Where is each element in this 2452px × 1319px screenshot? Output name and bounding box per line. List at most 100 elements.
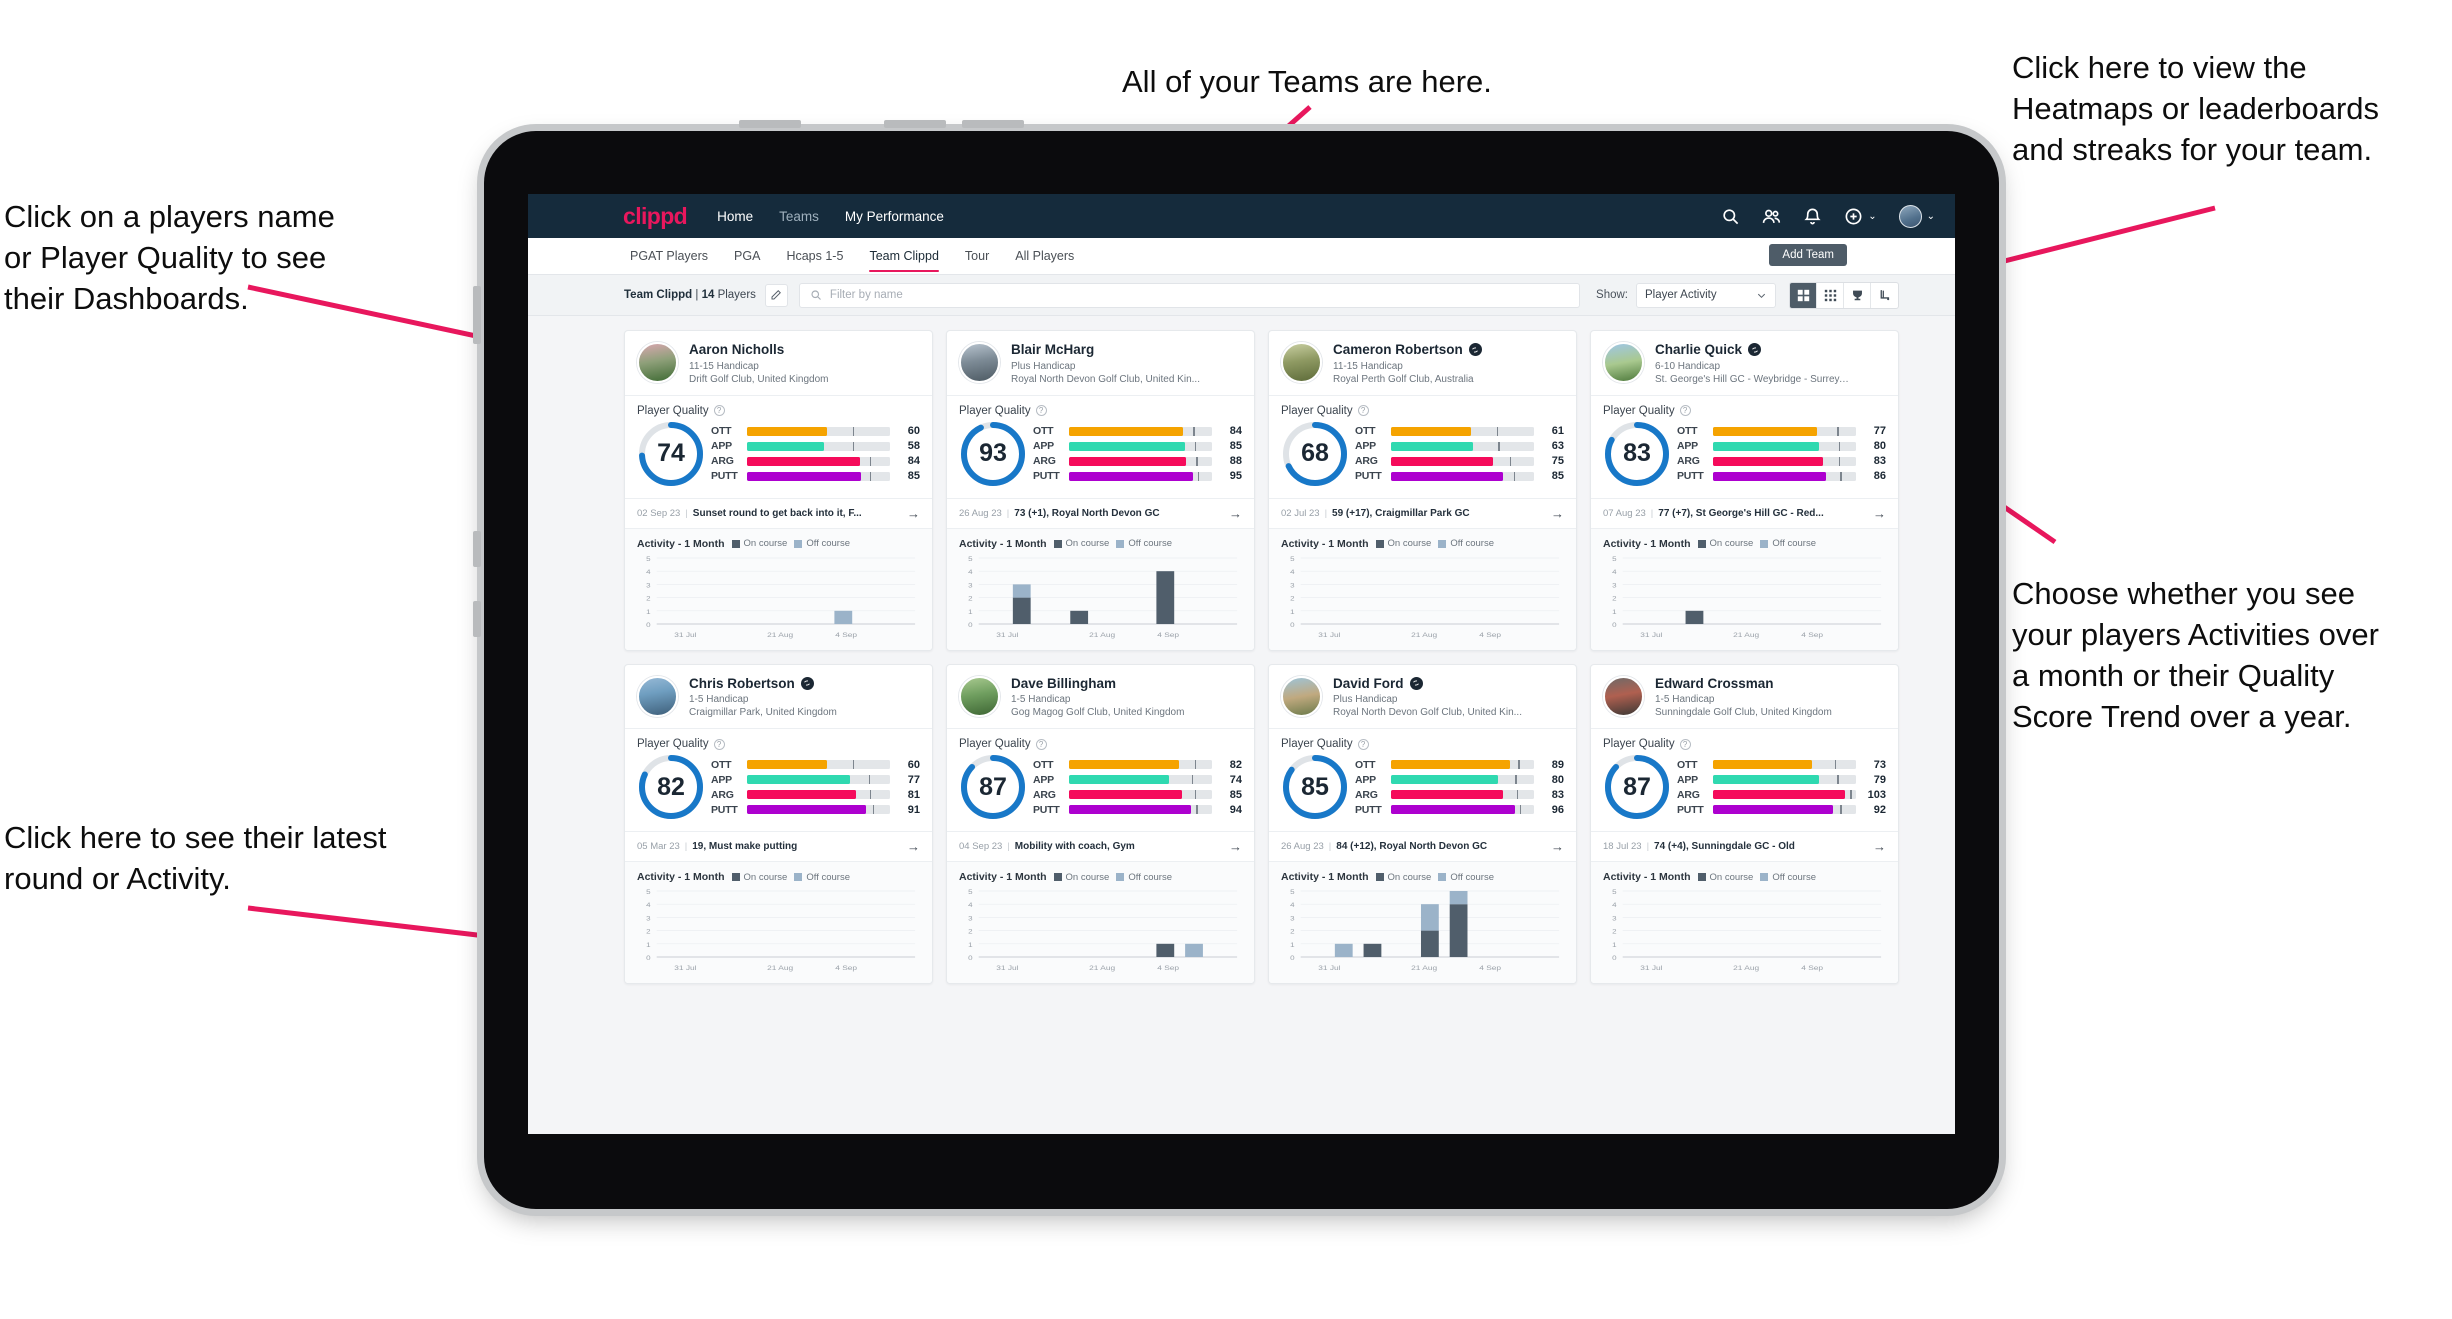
player-name[interactable]: David Ford [1333, 676, 1404, 692]
avatar[interactable] [959, 675, 1000, 717]
quality-score-ring[interactable]: 83 [1603, 420, 1671, 488]
player-quality-section[interactable]: Player Quality? 83 OTT 77 APP 80 ARG 83 PUTT 86 [1591, 396, 1898, 498]
clippd-logo[interactable]: clippd [623, 203, 688, 230]
search-input[interactable]: Filter by name [798, 282, 1581, 308]
add-new-menu[interactable]: ⌄ [1844, 207, 1877, 226]
player-card-header[interactable]: Dave Billingham 1-5 Handicap Gog Magog Gol… [947, 665, 1254, 729]
question-icon[interactable]: ? [1357, 405, 1369, 417]
show-select[interactable]: Player Activity [1636, 282, 1776, 308]
side-button-3[interactable] [473, 601, 481, 637]
arrow-right-icon[interactable]: → [1229, 506, 1242, 521]
player-quality-section[interactable]: Player Quality? 82 OTT 60 APP 77 ARG 81 PUTT 91 [625, 729, 932, 831]
tab-pgat-players[interactable]: PGAT Players [630, 238, 708, 274]
trophy-leaderboard-view-button[interactable] [1844, 282, 1871, 308]
player-name[interactable]: Blair McHarg [1011, 342, 1094, 358]
latest-activity-row[interactable]: 05 Mar 23 | 19, Must make putting → [625, 831, 932, 863]
player-card-header[interactable]: Aaron Nicholls 11-15 Handicap Drift Golf C… [625, 331, 932, 395]
latest-activity-row[interactable]: 02 Sep 23 | Sunset round to get back into … [625, 497, 932, 529]
player-name[interactable]: Cameron Robertson [1333, 342, 1463, 358]
avatar[interactable] [1603, 342, 1644, 383]
tab-hcaps-1-5[interactable]: Hcaps 1-5 [786, 238, 843, 274]
latest-activity-row[interactable]: 04 Sep 23 | Mobility with coach, Gym → [947, 831, 1254, 863]
nav-home[interactable]: Home [717, 209, 753, 224]
volume-down-button[interactable] [962, 120, 1024, 128]
quality-score-ring[interactable]: 82 [637, 753, 705, 821]
plus-circle-icon[interactable] [1844, 207, 1863, 226]
avatar[interactable] [637, 675, 678, 717]
player-name[interactable]: Dave Billingham [1011, 676, 1116, 692]
tab-pga[interactable]: PGA [734, 238, 760, 274]
heatmap-view-button[interactable] [1871, 283, 1898, 308]
people-icon[interactable] [1762, 207, 1781, 226]
player-quality-section[interactable]: Player Quality? 74 OTT 60 APP 58 ARG 84 PUTT 85 [625, 396, 932, 498]
player-name-row[interactable]: Dave Billingham [1011, 676, 1184, 692]
question-icon[interactable]: ? [1357, 738, 1369, 750]
side-button-2[interactable] [473, 531, 481, 567]
player-card-header[interactable]: Charlie Quick 6-10 Handicap St. George's H… [1591, 331, 1898, 395]
arrow-right-icon[interactable]: → [1229, 839, 1242, 854]
player-quality-section[interactable]: Player Quality? 68 OTT 61 APP 63 ARG 75 PUTT 85 [1269, 396, 1576, 498]
avatar[interactable] [1281, 342, 1322, 383]
player-card[interactable]: David Ford Plus Handicap Royal North Devon… [1268, 663, 1577, 985]
quality-score-ring[interactable]: 74 [637, 420, 705, 488]
player-name-row[interactable]: Cameron Robertson [1333, 342, 1482, 358]
nav-teams[interactable]: Teams [779, 209, 819, 224]
player-name[interactable]: Edward Crossman [1655, 676, 1774, 692]
add-team-button[interactable]: Add Team [1769, 244, 1847, 266]
latest-activity-row[interactable]: 26 Aug 23 | 84 (+12), Royal North Devon GC… [1269, 831, 1576, 863]
tab-all-players[interactable]: All Players [1015, 238, 1074, 274]
player-name[interactable]: Charlie Quick [1655, 342, 1742, 358]
player-name-row[interactable]: Edward Crossman [1655, 676, 1832, 692]
nav-my-performance[interactable]: My Performance [845, 209, 944, 224]
power-button[interactable] [739, 120, 801, 128]
arrow-right-icon[interactable]: → [1873, 506, 1886, 521]
question-icon[interactable]: ? [713, 405, 725, 417]
player-name-row[interactable]: Blair McHarg [1011, 342, 1200, 358]
quality-score-ring[interactable]: 85 [1281, 753, 1349, 821]
player-name-row[interactable]: Chris Robertson [689, 676, 837, 692]
player-card[interactable]: Charlie Quick 6-10 Handicap St. George's H… [1590, 330, 1899, 651]
avatar[interactable] [1281, 675, 1322, 717]
quality-score-ring[interactable]: 87 [1603, 753, 1671, 821]
user-menu[interactable]: ⌄ [1898, 204, 1935, 228]
question-icon[interactable]: ? [1035, 738, 1047, 750]
avatar[interactable] [959, 342, 1000, 383]
player-name-row[interactable]: Aaron Nicholls [689, 342, 829, 358]
player-card-header[interactable]: Blair McHarg Plus Handicap Royal North Dev… [947, 331, 1254, 395]
player-card-header[interactable]: Cameron Robertson 11-15 Handicap Royal Per… [1269, 331, 1576, 395]
arrow-right-icon[interactable]: → [907, 506, 920, 521]
latest-activity-row[interactable]: 26 Aug 23 | 73 (+1), Royal North Devon GC → [947, 497, 1254, 529]
question-icon[interactable]: ? [1679, 738, 1691, 750]
grid-large-view-button[interactable] [1790, 282, 1817, 308]
player-card[interactable]: Edward Crossman 1-5 Handicap Sunningdale G… [1590, 663, 1899, 985]
player-card[interactable]: Cameron Robertson 11-15 Handicap Royal Per… [1268, 330, 1577, 651]
arrow-right-icon[interactable]: → [1873, 839, 1886, 854]
search-icon[interactable] [1721, 207, 1740, 226]
player-card[interactable]: Blair McHarg Plus Handicap Royal North Dev… [946, 330, 1255, 651]
question-icon[interactable]: ? [713, 738, 725, 750]
bell-icon[interactable] [1803, 207, 1822, 226]
latest-activity-row[interactable]: 02 Jul 23 | 59 (+17), Craigmillar Park GC → [1269, 497, 1576, 529]
quality-score-ring[interactable]: 68 [1281, 420, 1349, 488]
latest-activity-row[interactable]: 18 Jul 23 | 74 (+4), Sunningdale GC - Old → [1591, 831, 1898, 863]
player-card[interactable]: Dave Billingham 1-5 Handicap Gog Magog Gol… [946, 663, 1255, 985]
edit-team-button[interactable] [764, 283, 788, 307]
quality-score-ring[interactable]: 87 [959, 753, 1027, 821]
player-name[interactable]: Chris Robertson [689, 676, 795, 692]
arrow-right-icon[interactable]: → [907, 839, 920, 854]
player-quality-section[interactable]: Player Quality? 93 OTT 84 APP 85 ARG 88 PUTT 95 [947, 396, 1254, 498]
quality-score-ring[interactable]: 93 [959, 420, 1027, 488]
avatar[interactable] [1603, 675, 1644, 717]
player-quality-section[interactable]: Player Quality? 85 OTT 89 APP 80 ARG 83 PUTT 96 [1269, 729, 1576, 831]
player-card-header[interactable]: Chris Robertson 1-5 Handicap Craigmillar P… [625, 665, 932, 729]
player-quality-section[interactable]: Player Quality? 87 OTT 73 APP 79 ARG 103 PUTT 92 [1591, 729, 1898, 831]
question-icon[interactable]: ? [1035, 405, 1047, 417]
player-card-header[interactable]: Edward Crossman 1-5 Handicap Sunningdale G… [1591, 665, 1898, 729]
tab-tour[interactable]: Tour [965, 238, 989, 274]
player-card[interactable]: Aaron Nicholls 11-15 Handicap Drift Golf C… [624, 330, 933, 651]
player-name-row[interactable]: Charlie Quick [1655, 342, 1851, 358]
volume-up-button[interactable] [884, 120, 946, 128]
tab-team-clippd[interactable]: Team Clippd [869, 238, 940, 274]
question-icon[interactable]: ? [1679, 405, 1691, 417]
player-name[interactable]: Aaron Nicholls [689, 342, 784, 358]
